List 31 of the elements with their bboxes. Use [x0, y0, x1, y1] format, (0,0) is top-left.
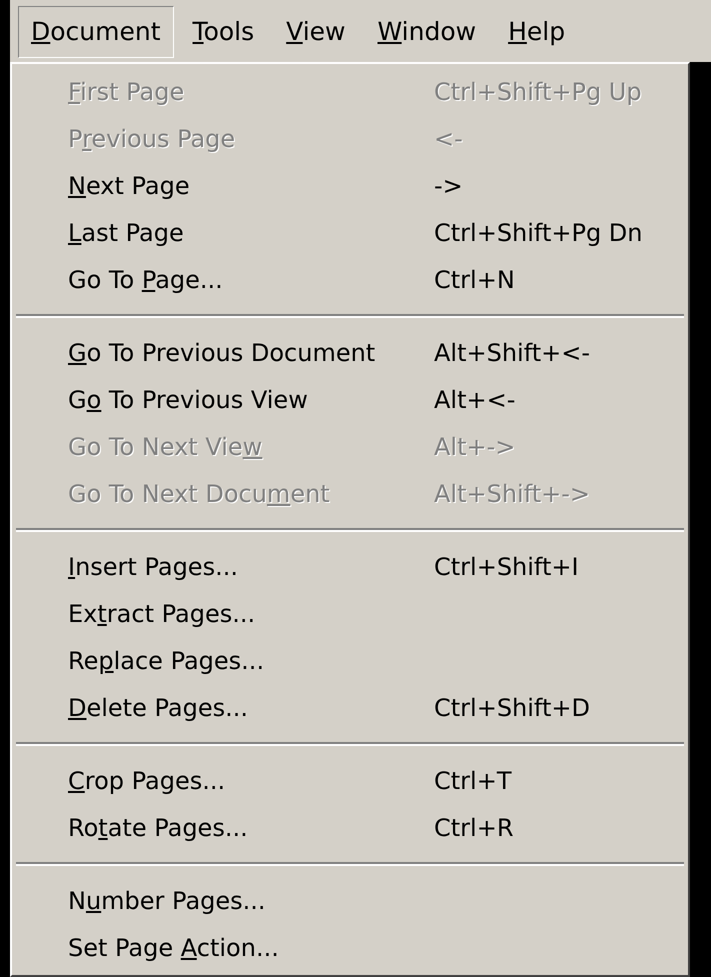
menu-bar-item[interactable]: View [273, 6, 358, 58]
shortcut-text: Alt+<- [434, 384, 516, 416]
shortcut-text: Ctrl+Shift+Pg Dn [434, 218, 642, 248]
menu-item[interactable]: Crop Pages... [68, 762, 434, 798]
shortcut-text: -> [434, 170, 463, 202]
shortcut-text: Ctrl+T [434, 766, 512, 796]
menu-item[interactable]: Extract Pages... [68, 596, 434, 632]
menu-item[interactable]: Rotate Pages... [68, 810, 434, 846]
menu-item[interactable]: Last Page [68, 214, 434, 250]
shortcut-text: Alt+-> [434, 432, 516, 462]
menu-item[interactable]: Next Page [68, 168, 434, 204]
menu-item[interactable]: Go To Previous Document [68, 334, 434, 370]
menu-item[interactable]: Set Page Action... [68, 930, 434, 966]
shortcut-text: Ctrl+Shift+D [434, 692, 590, 724]
shortcut-text: Ctrl+Shift+I [434, 552, 579, 582]
shortcut-text: Alt+Shift+<- [434, 338, 590, 368]
shortcut-text: Ctrl+Shift+Pg Up [434, 76, 642, 108]
menu-bar-item[interactable]: Window [364, 6, 490, 58]
menu-item[interactable]: Go To Page... [68, 262, 434, 298]
shortcut-text: Alt+Shift+-> [434, 478, 590, 510]
shortcut-text: <- [434, 124, 463, 154]
menu-item[interactable]: Insert Pages... [68, 548, 434, 584]
menu-item[interactable]: Go To Previous View [68, 382, 434, 418]
menu-item[interactable]: Replace Pages... [68, 642, 434, 678]
menu-bar-item[interactable]: Document [18, 6, 174, 58]
shortcut-text: Ctrl+R [434, 812, 514, 844]
shortcut-text: Ctrl+N [434, 264, 515, 296]
menu-item[interactable]: Delete Pages... [68, 690, 434, 726]
menu-bar-item[interactable]: Tools [180, 6, 268, 58]
menu-item[interactable]: Number Pages... [68, 882, 434, 918]
menu-bar-item[interactable]: Help [495, 6, 578, 58]
